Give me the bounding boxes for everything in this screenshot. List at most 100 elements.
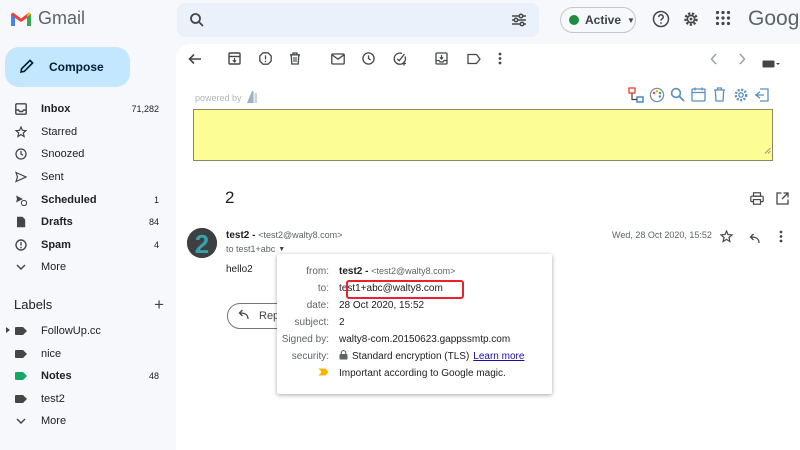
label-count: 48	[148, 371, 159, 382]
apps-grid-icon[interactable]	[715, 10, 731, 31]
cog-icon[interactable]	[732, 86, 749, 103]
status-dropdown[interactable]: Active ▼	[560, 7, 636, 33]
settings-gear-icon[interactable]	[682, 10, 700, 33]
show-details-caret-icon[interactable]: ▼	[278, 246, 285, 253]
item-count: 1	[153, 194, 159, 205]
email-body: hello2	[226, 264, 253, 275]
sidebar-item-scheduled[interactable]: Scheduled 1	[0, 188, 170, 211]
clock-icon	[14, 148, 28, 161]
email-date: Wed, 28 Oct 2020, 15:52	[612, 230, 712, 240]
label-name: More	[41, 415, 67, 428]
labels-header: Labels +	[14, 296, 164, 313]
detail-label: date:	[306, 300, 329, 311]
palette-icon[interactable]	[648, 86, 665, 103]
search-options-icon[interactable]	[511, 12, 527, 33]
inbox-icon	[14, 103, 28, 116]
label-item-nice[interactable]: nice	[0, 343, 170, 366]
label-icon[interactable]	[467, 52, 481, 70]
sidebar-item-label: Scheduled	[41, 193, 97, 206]
sidebar-item-sent[interactable]: Sent	[0, 166, 170, 189]
star-icon[interactable]	[719, 229, 734, 248]
trash-icon[interactable]	[711, 86, 728, 103]
to-recipient: to test1+abc	[226, 244, 276, 254]
gmail-m-icon	[10, 11, 32, 27]
lock-icon	[339, 350, 348, 363]
label-tag-icon	[15, 394, 27, 403]
label-tag-icon	[15, 349, 27, 358]
calendar-icon[interactable]	[690, 86, 707, 103]
keyboard-input-icon[interactable]	[762, 55, 780, 73]
reply-arrow-icon[interactable]	[747, 231, 760, 249]
label-item-notes[interactable]: Notes 48	[0, 365, 170, 388]
sidebar-item-label: Starred	[41, 125, 78, 138]
search-icon[interactable]	[189, 12, 205, 33]
more-vert-icon[interactable]	[779, 230, 783, 248]
email-subject: 2	[225, 188, 235, 207]
detail-row-importance: Important according to Google magic.	[277, 365, 552, 382]
followup-logo-icon	[244, 90, 258, 106]
print-icon[interactable]	[750, 192, 764, 210]
label-name: FollowUp.cc	[41, 325, 101, 338]
unread-count: 71,282	[131, 104, 159, 115]
sidebar-item-spam[interactable]: Spam 4	[0, 234, 170, 257]
note-textarea[interactable]	[193, 109, 773, 161]
google-account-logo[interactable]: Google	[748, 7, 800, 31]
resize-handle-icon[interactable]	[764, 141, 771, 159]
report-spam-icon[interactable]	[259, 52, 272, 70]
sidebar-item-label: Drafts	[41, 216, 73, 229]
add-task-icon[interactable]	[393, 52, 407, 71]
label-item-followup[interactable]: FollowUp.cc	[0, 320, 170, 343]
draft-icon	[14, 216, 28, 228]
magnifier-icon[interactable]	[669, 86, 686, 103]
detail-label: to:	[317, 283, 329, 294]
sender-avatar[interactable]: 2	[187, 228, 217, 258]
search-bar[interactable]	[177, 3, 539, 37]
chevron-left-icon[interactable]	[710, 52, 718, 70]
help-icon[interactable]	[652, 10, 670, 33]
labels-list: FollowUp.cc nice Notes 48 test2 More	[0, 320, 170, 433]
item-count: 84	[148, 217, 159, 228]
svg-text:2: 2	[195, 229, 209, 258]
label-name: nice	[41, 347, 62, 360]
detail-label: Signed by:	[281, 334, 329, 345]
scheduled-icon	[14, 194, 28, 206]
chevron-right-icon[interactable]	[738, 52, 746, 70]
powered-by-badge[interactable]: powered by	[195, 90, 258, 106]
highlight-annotation-box	[346, 280, 464, 299]
label-tag-icon	[15, 372, 27, 381]
gmail-logo[interactable]: Gmail	[10, 8, 85, 29]
labels-more[interactable]: More	[0, 410, 170, 433]
label-item-test2[interactable]: test2	[0, 388, 170, 411]
snooze-clock-icon[interactable]	[362, 52, 375, 70]
sidebar-item-starred[interactable]: Starred	[0, 121, 170, 144]
add-label-plus-icon[interactable]: +	[154, 296, 164, 313]
sidebar-item-more[interactable]: More	[0, 256, 170, 279]
label-tag-icon	[15, 327, 27, 336]
share-network-icon[interactable]	[627, 86, 644, 103]
sidebar-item-drafts[interactable]: Drafts 84	[0, 211, 170, 234]
from-email: <test2@walty8.com>	[371, 266, 456, 276]
security-value: Standard encryption (TLS)	[352, 351, 470, 362]
sender-name[interactable]: test2 -	[226, 230, 255, 241]
top-bar: Gmail Active ▼ Google	[0, 0, 800, 40]
compose-button[interactable]: Compose	[5, 47, 130, 87]
detail-value: Standard encryption (TLS) Learn more	[339, 350, 524, 363]
move-to-icon[interactable]	[435, 52, 448, 70]
more-vert-icon[interactable]	[498, 52, 502, 70]
archive-icon[interactable]	[228, 52, 241, 70]
mark-unread-mail-icon[interactable]	[331, 52, 345, 70]
item-count: 4	[153, 239, 159, 250]
detail-row-subject: subject: 2	[277, 314, 552, 331]
sidebar-item-snoozed[interactable]: Snoozed	[0, 143, 170, 166]
sign-in-icon[interactable]	[753, 86, 770, 103]
learn-more-link[interactable]: Learn more	[473, 351, 524, 362]
expand-caret-icon[interactable]	[6, 327, 10, 333]
labels-heading: Labels	[14, 297, 53, 312]
open-new-window-icon[interactable]	[776, 192, 789, 210]
back-arrow-icon[interactable]	[188, 52, 202, 71]
powered-by-text: powered by	[195, 93, 242, 103]
delete-trash-icon[interactable]	[289, 52, 301, 70]
sidebar-item-inbox[interactable]: Inbox 71,282	[0, 98, 170, 121]
detail-value: 2	[339, 317, 345, 328]
pencil-icon	[19, 58, 35, 77]
